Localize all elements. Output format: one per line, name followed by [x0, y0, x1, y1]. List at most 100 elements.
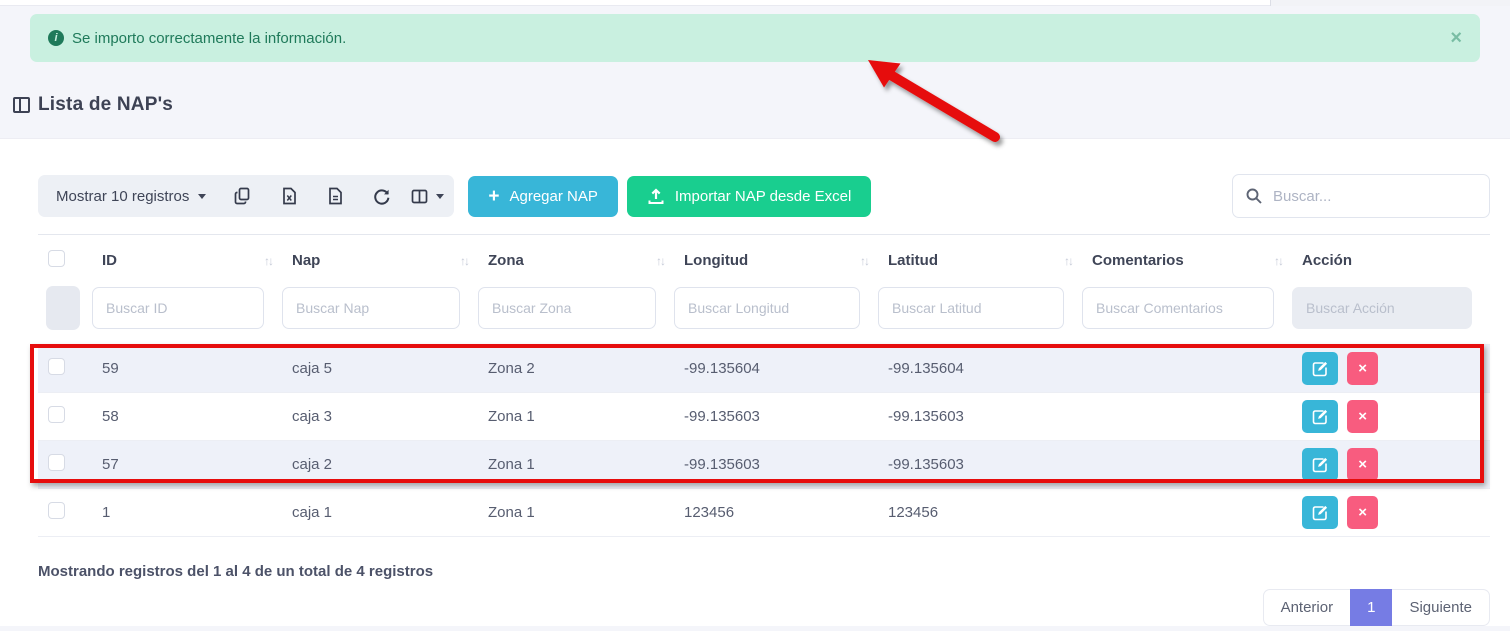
column-header-comentarios[interactable]: Comentarios↑↓: [1082, 235, 1292, 285]
cell-nap: caja 1: [282, 489, 478, 537]
filter-zona-input[interactable]: [478, 287, 656, 329]
cell-zona: Zona 2: [478, 345, 674, 393]
x-icon: ×: [1358, 504, 1367, 521]
edit-button[interactable]: [1302, 496, 1338, 529]
sort-icon: ↑↓: [460, 254, 468, 268]
file-export-icon: [327, 187, 344, 205]
copy-button[interactable]: [220, 175, 266, 217]
column-header-id[interactable]: ID↑↓: [92, 235, 282, 285]
cell-id: 59: [92, 345, 282, 393]
navbar-edge: [0, 0, 1510, 6]
table-row: 59 caja 5 Zona 2 -99.135604 -99.135604 ×: [38, 345, 1490, 393]
import-nap-button[interactable]: Importar NAP desde Excel: [627, 176, 871, 217]
pagination-previous-button[interactable]: Anterior: [1263, 589, 1351, 626]
x-icon: ×: [1358, 360, 1367, 377]
search-box: [1232, 174, 1490, 218]
pagination-page-1-button[interactable]: 1: [1350, 589, 1392, 626]
table-info-text: Mostrando registros del 1 al 4 de un tot…: [38, 563, 1490, 580]
filter-longitud-input[interactable]: [674, 287, 860, 329]
sort-icon: ↑↓: [860, 254, 868, 268]
refresh-button[interactable]: [358, 175, 404, 217]
cell-id: 58: [92, 393, 282, 441]
page-header: Lista de NAP's: [13, 94, 1510, 116]
table-header-row: ID↑↓ Nap↑↓ Zona↑↓ Longitud↑↓ Latitud↑↓ C…: [38, 235, 1490, 285]
filter-accion-input: [1292, 287, 1472, 329]
cell-longitud: -99.135604: [674, 345, 878, 393]
cell-nap: caja 3: [282, 393, 478, 441]
excel-export-button[interactable]: [266, 175, 312, 217]
refresh-icon: [372, 187, 391, 206]
show-entries-label: Mostrar 10 registros: [56, 188, 189, 205]
delete-button[interactable]: ×: [1347, 448, 1378, 481]
cell-nap: caja 2: [282, 441, 478, 489]
alert-close-button[interactable]: ×: [1450, 28, 1462, 48]
cell-latitud: -99.135603: [878, 441, 1082, 489]
cell-comentarios: [1082, 393, 1292, 441]
edit-button[interactable]: [1302, 448, 1338, 481]
column-header-latitud[interactable]: Latitud↑↓: [878, 235, 1082, 285]
column-visibility-button[interactable]: [404, 175, 450, 217]
cell-longitud: 123456: [674, 489, 878, 537]
column-header-nap[interactable]: Nap↑↓: [282, 235, 478, 285]
select-all-checkbox[interactable]: [48, 250, 65, 267]
cell-longitud: -99.135603: [674, 441, 878, 489]
alert-message: Se importo correctamente la información.: [72, 30, 346, 47]
chevron-down-icon: [436, 194, 444, 199]
cell-latitud: -99.135603: [878, 393, 1082, 441]
search-input[interactable]: [1273, 188, 1477, 205]
table-filter-row: [38, 284, 1490, 345]
cell-comentarios: [1082, 441, 1292, 489]
info-icon: i: [48, 30, 64, 46]
show-entries-dropdown[interactable]: Mostrar 10 registros: [42, 175, 220, 217]
edit-icon: [1311, 360, 1329, 378]
copy-icon: [234, 187, 252, 205]
add-nap-label: Agregar NAP: [509, 188, 597, 205]
filter-nap-input[interactable]: [282, 287, 460, 329]
edit-icon: [1311, 504, 1329, 522]
cell-id: 57: [92, 441, 282, 489]
edit-button[interactable]: [1302, 352, 1338, 385]
cell-comentarios: [1082, 489, 1292, 537]
table-row: 1 caja 1 Zona 1 123456 123456 ×: [38, 489, 1490, 537]
add-nap-button[interactable]: + Agregar NAP: [468, 176, 617, 217]
cell-latitud: 123456: [878, 489, 1082, 537]
excel-export-icon: [281, 187, 298, 205]
row-checkbox[interactable]: [48, 406, 65, 423]
file-export-button[interactable]: [312, 175, 358, 217]
cell-comentarios: [1082, 345, 1292, 393]
pagination: Anterior 1 Siguiente: [38, 589, 1490, 626]
delete-button[interactable]: ×: [1347, 352, 1378, 385]
cell-id: 1: [92, 489, 282, 537]
column-header-zona[interactable]: Zona↑↓: [478, 235, 674, 285]
success-alert: i Se importo correctamente la informació…: [30, 14, 1480, 62]
navbar-edge-right: [1270, 0, 1510, 6]
table-row: 57 caja 2 Zona 1 -99.135603 -99.135603 ×: [38, 441, 1490, 489]
row-checkbox[interactable]: [48, 454, 65, 471]
filter-latitud-input[interactable]: [878, 287, 1064, 329]
row-checkbox[interactable]: [48, 358, 65, 375]
delete-button[interactable]: ×: [1347, 400, 1378, 433]
cell-longitud: -99.135603: [674, 393, 878, 441]
nap-table: ID↑↓ Nap↑↓ Zona↑↓ Longitud↑↓ Latitud↑↓ C…: [38, 234, 1490, 537]
table-toolbar: Mostrar 10 registros: [38, 174, 1490, 218]
row-checkbox[interactable]: [48, 502, 65, 519]
filter-comentarios-input[interactable]: [1082, 287, 1274, 329]
plus-icon: +: [488, 187, 499, 206]
cell-zona: Zona 1: [478, 441, 674, 489]
cell-nap: caja 5: [282, 345, 478, 393]
table-row: 58 caja 3 Zona 1 -99.135603 -99.135603 ×: [38, 393, 1490, 441]
filter-id-input[interactable]: [92, 287, 264, 329]
edit-button[interactable]: [1302, 400, 1338, 433]
pagination-next-button[interactable]: Siguiente: [1392, 589, 1490, 626]
chevron-down-icon: [198, 194, 206, 199]
edit-icon: [1311, 408, 1329, 426]
sort-icon: ↑↓: [264, 254, 272, 268]
page-title: Lista de NAP's: [38, 94, 173, 116]
cell-latitud: -99.135604: [878, 345, 1082, 393]
filter-checkbox-placeholder: [46, 286, 80, 330]
delete-button[interactable]: ×: [1347, 496, 1378, 529]
datatable-buttons-group: Mostrar 10 registros: [38, 175, 454, 217]
column-header-longitud[interactable]: Longitud↑↓: [674, 235, 878, 285]
search-icon: [1245, 187, 1263, 205]
sort-icon: ↑↓: [656, 254, 664, 268]
